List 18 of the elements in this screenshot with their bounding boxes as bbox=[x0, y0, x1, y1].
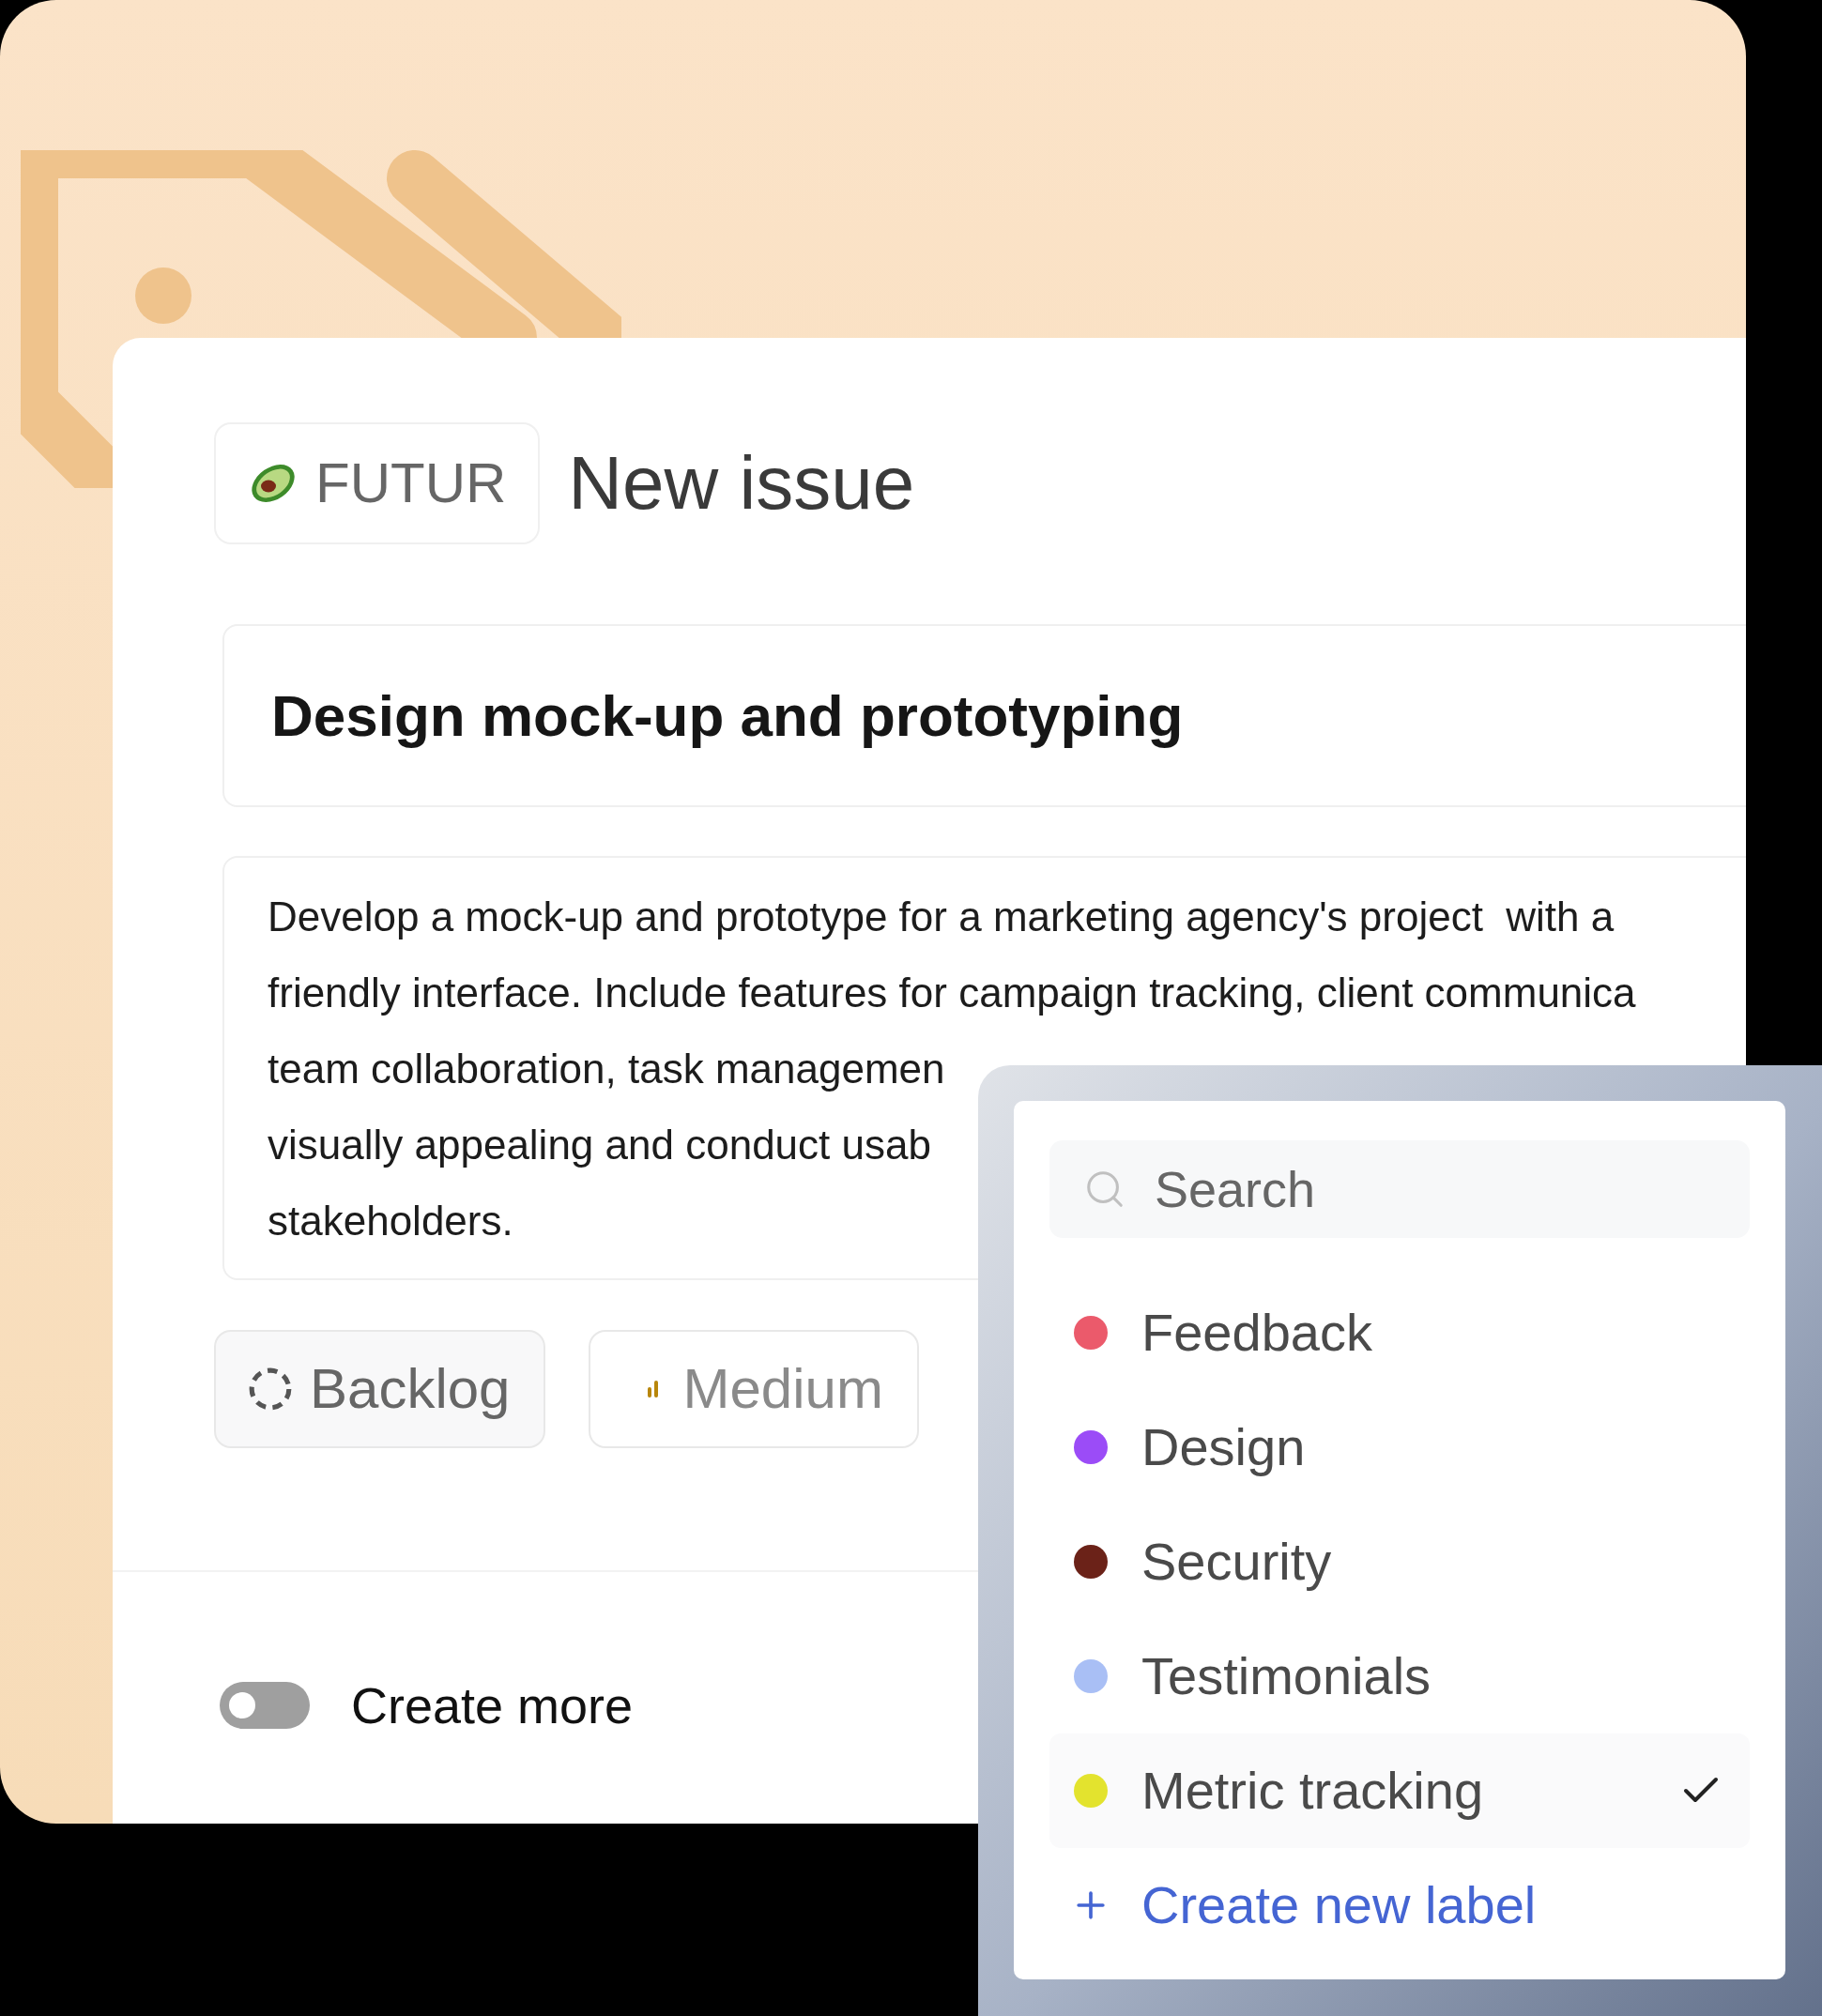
create-more-label: Create more bbox=[351, 1680, 634, 1731]
team-name: FUTUR bbox=[315, 455, 507, 512]
description-line: Develop a mock-up and prototype for a marketing agency's project with a bbox=[268, 893, 1615, 941]
dialog-title: New issue bbox=[568, 446, 915, 521]
title-value: Design mock-up and prototyping bbox=[271, 682, 1184, 750]
create-more-toggle[interactable] bbox=[220, 1682, 310, 1729]
status-button[interactable]: Backlog bbox=[214, 1330, 546, 1448]
create-label-button[interactable]: Create new label bbox=[1049, 1848, 1750, 1963]
search-input[interactable]: Search bbox=[1155, 1151, 1718, 1228]
description-line: team collaboration, task managemen bbox=[268, 1045, 945, 1093]
search-field[interactable]: Search bbox=[1049, 1140, 1750, 1238]
description-line: friendly interface. Include features for campaign tracking, client communica bbox=[268, 969, 1636, 1017]
label-option[interactable]: Metric tracking bbox=[1049, 1733, 1750, 1848]
title-field[interactable]: Design mock-up and prototyping bbox=[222, 624, 1746, 807]
priority-bars-icon bbox=[647, 1379, 661, 1399]
description-line: stakeholders. bbox=[268, 1197, 513, 1245]
description-line: visually appealing and conduct usab bbox=[268, 1121, 931, 1169]
team-chip[interactable]: FUTUR bbox=[214, 422, 541, 544]
